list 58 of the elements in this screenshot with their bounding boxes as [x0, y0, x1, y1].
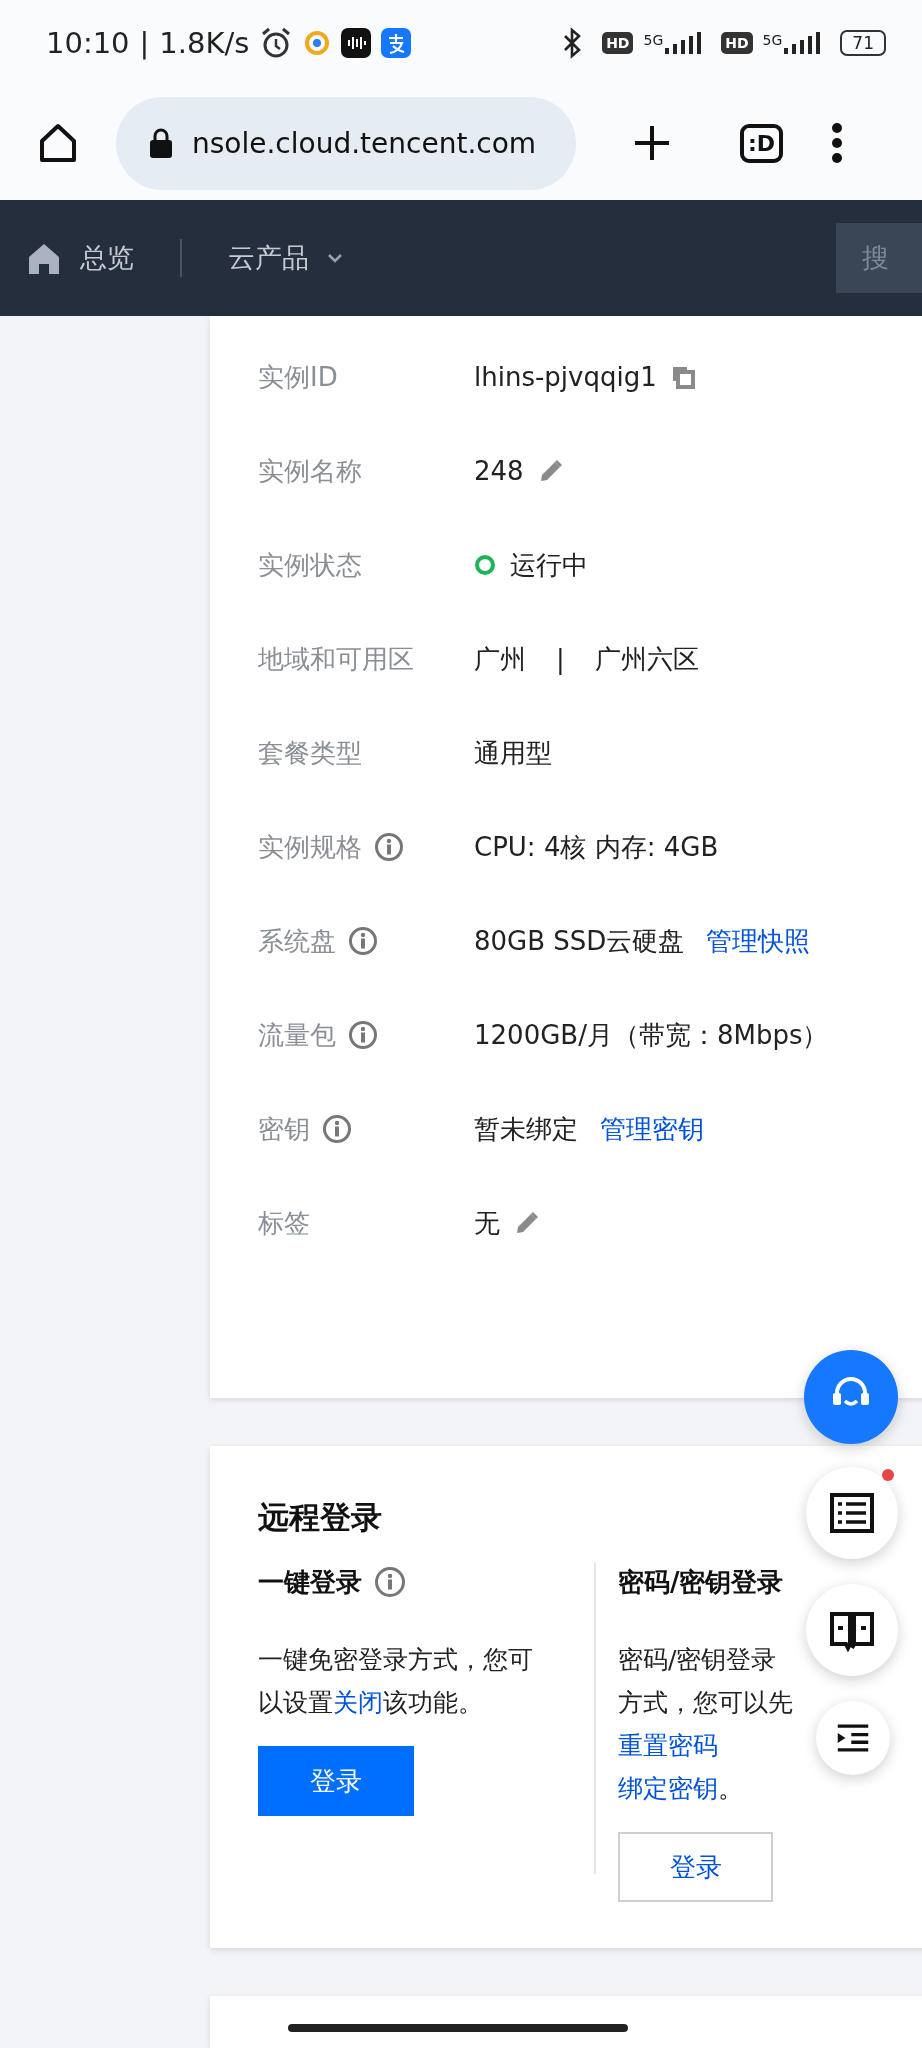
- field-label: 流量包: [258, 1018, 336, 1052]
- plus-icon[interactable]: [632, 123, 672, 163]
- battery-indicator: 71: [840, 30, 886, 56]
- field-value: 暂未绑定: [474, 1112, 578, 1146]
- field-value: 无: [474, 1206, 500, 1240]
- field-label: 实例ID: [258, 360, 338, 394]
- separator-text: |: [556, 644, 565, 674]
- app-icon: [303, 29, 332, 57]
- link[interactable]: 关闭: [333, 1688, 383, 1717]
- tabs-button[interactable]: :D: [740, 123, 784, 163]
- field-label: 地域和可用区: [258, 642, 414, 676]
- field-label: 套餐类型: [258, 736, 362, 770]
- separator-text: |: [139, 26, 150, 60]
- hd-badge: HD: [602, 32, 634, 54]
- address-bar[interactable]: nsole.cloud.tencent.com: [116, 96, 576, 190]
- field-label: 实例名称: [258, 454, 362, 488]
- field-value: 广州六区: [594, 642, 699, 676]
- link[interactable]: 管理快照: [706, 923, 811, 959]
- network-speed: 1.8K/s: [159, 26, 250, 60]
- hd-badge: HD: [721, 32, 753, 54]
- field-label: 实例规格: [258, 830, 362, 864]
- url-text: nsole.cloud.tencent.com: [192, 126, 537, 160]
- field-value: 248: [474, 456, 524, 486]
- field-value: CPU: 4核 内存: 4GB: [474, 830, 719, 864]
- nav-item[interactable]: 总览: [26, 240, 134, 276]
- lock-icon: [148, 127, 174, 159]
- link[interactable]: 管理密钥: [600, 1111, 704, 1147]
- field-value: 广州: [474, 642, 526, 676]
- field-value: 80GB SSD云硬盘: [474, 924, 685, 958]
- subsection-title: 密码/密钥登录: [618, 1565, 784, 1599]
- field-label: 系统盘: [258, 924, 336, 958]
- description-text: 密码/密钥登录方式，您可以先 重置密码 绑定密钥。: [618, 1644, 794, 1805]
- link[interactable]: 绑定密钥: [618, 1774, 718, 1803]
- login-button[interactable]: 登录: [618, 1832, 773, 1902]
- payment-app-icon: [381, 28, 412, 58]
- more-icon[interactable]: [831, 123, 844, 163]
- signal-icon: [663, 32, 704, 54]
- signal-icon: [782, 32, 823, 54]
- field-value: 通用型: [474, 736, 552, 770]
- field-label: 密钥: [258, 1112, 310, 1146]
- field-value: lhins-pjvqqig1: [474, 362, 657, 392]
- field-value: 1200GB/月（带宽：8Mbps）: [474, 1018, 829, 1052]
- nav-item[interactable]: 云产品: [228, 240, 343, 276]
- audio-app-icon: [341, 28, 372, 58]
- login-button[interactable]: 登录: [258, 1746, 414, 1816]
- pencil-icon[interactable]: [514, 1210, 540, 1236]
- chevron-down-icon: [327, 253, 343, 263]
- field-value: 运行中: [510, 548, 588, 582]
- clock-time: 10:10: [46, 26, 130, 60]
- copy-icon[interactable]: [670, 365, 695, 389]
- section-title: 远程登录: [258, 1498, 382, 1537]
- subsection-title: 一键登录: [258, 1565, 362, 1599]
- field-label: 标签: [258, 1206, 310, 1240]
- link[interactable]: 重置密码: [618, 1731, 718, 1760]
- description-text: 一键免密登录方式，您可以设置关闭该功能。: [258, 1644, 534, 1719]
- network-type: 5G: [762, 32, 783, 48]
- network-type: 5G: [643, 32, 664, 48]
- field-label: 实例状态: [258, 548, 362, 582]
